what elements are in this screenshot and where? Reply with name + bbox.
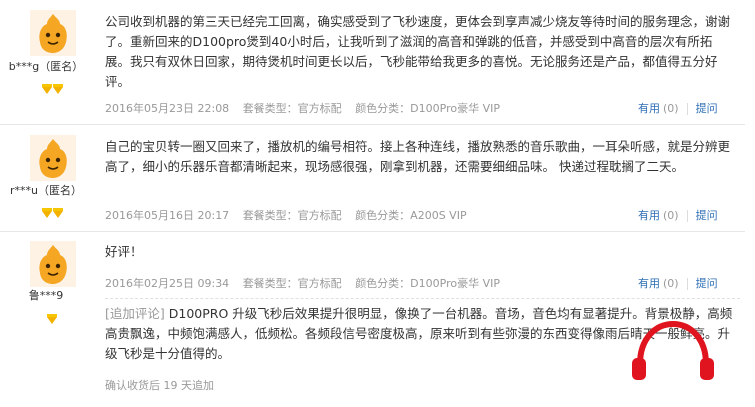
review-meta: 2016年05月16日 20:17 套餐类型：官方标配 颜色分类：A200S V… [105, 207, 477, 223]
user-level-icon [42, 79, 64, 94]
review-date: 2016年05月16日 20:17 [105, 209, 230, 222]
divider [686, 210, 688, 222]
useful-button[interactable]: 有用 (0) [638, 277, 679, 290]
review-actions: 有用 (0) 提问 [638, 100, 718, 116]
review-meta: 2016年02月25日 09:34 套餐类型：官方标配 颜色分类：D100Pro… [105, 275, 510, 291]
useful-button[interactable]: 有用 (0) [638, 209, 679, 222]
user-avatar[interactable] [30, 241, 76, 287]
color-category: 颜色分类：D100Pro豪华 VIP [355, 102, 501, 115]
useful-button[interactable]: 有用 (0) [638, 102, 679, 115]
review-content: 自己的宝贝转一圈又回来了，播放机的编号相符。接上各种连线，播放熟悉的音乐歌曲，一… [105, 139, 731, 174]
color-category: 颜色分类：A200S VIP [355, 209, 467, 222]
followup-tag: [追加评论] [105, 306, 165, 321]
user-level-icon [42, 203, 64, 218]
user-avatar[interactable] [30, 10, 76, 56]
followup-meta: 确认收货后 19 天追加 [105, 379, 214, 392]
review-actions: 有用 (0) 提问 [638, 275, 718, 291]
avatar-icon [30, 10, 76, 56]
user-level-icon [47, 309, 58, 324]
ask-button[interactable]: 提问 [696, 102, 718, 115]
ask-button[interactable]: 提问 [696, 209, 718, 222]
username: b***g（匿名） [8, 60, 84, 73]
package-type: 套餐类型：官方标配 [242, 209, 342, 222]
review-content: 好评！ [105, 244, 143, 259]
username: r***u（匿名） [10, 184, 82, 197]
review-item: b***g（匿名） 公司收到机器的第三天已经完工回离，确实感受到了飞秒速度，更体… [0, 0, 745, 125]
package-type: 套餐类型：官方标配 [242, 277, 342, 290]
divider [686, 103, 688, 115]
review-actions: 有用 (0) 提问 [638, 207, 718, 223]
review-item: r***u（匿名） 自己的宝贝转一圈又回来了，播放机的编号相符。接上各种连线，播… [0, 125, 745, 232]
review-date: 2016年02月25日 09:34 [105, 277, 230, 290]
useful-count: (0) [663, 102, 679, 115]
divider [686, 278, 688, 290]
avatar-icon [30, 241, 76, 287]
ask-button[interactable]: 提问 [696, 277, 718, 290]
color-category: 颜色分类：D100Pro豪华 VIP [355, 277, 501, 290]
user-avatar[interactable] [30, 135, 76, 181]
useful-count: (0) [663, 209, 679, 222]
review-content: 公司收到机器的第三天已经完工回离，确实感受到了飞秒速度，更体会到享声减少烧友等待… [105, 14, 731, 89]
useful-count: (0) [663, 277, 679, 290]
review-date: 2016年05月23日 22:08 [105, 102, 230, 115]
package-type: 套餐类型：官方标配 [242, 102, 342, 115]
followup-divider [105, 298, 740, 299]
username: 鲁***9 [28, 289, 64, 302]
review-meta: 2016年05月23日 22:08 套餐类型：官方标配 颜色分类：D100Pro… [105, 100, 510, 116]
avatar-icon [30, 135, 76, 181]
headphone-logo-icon [632, 320, 714, 380]
